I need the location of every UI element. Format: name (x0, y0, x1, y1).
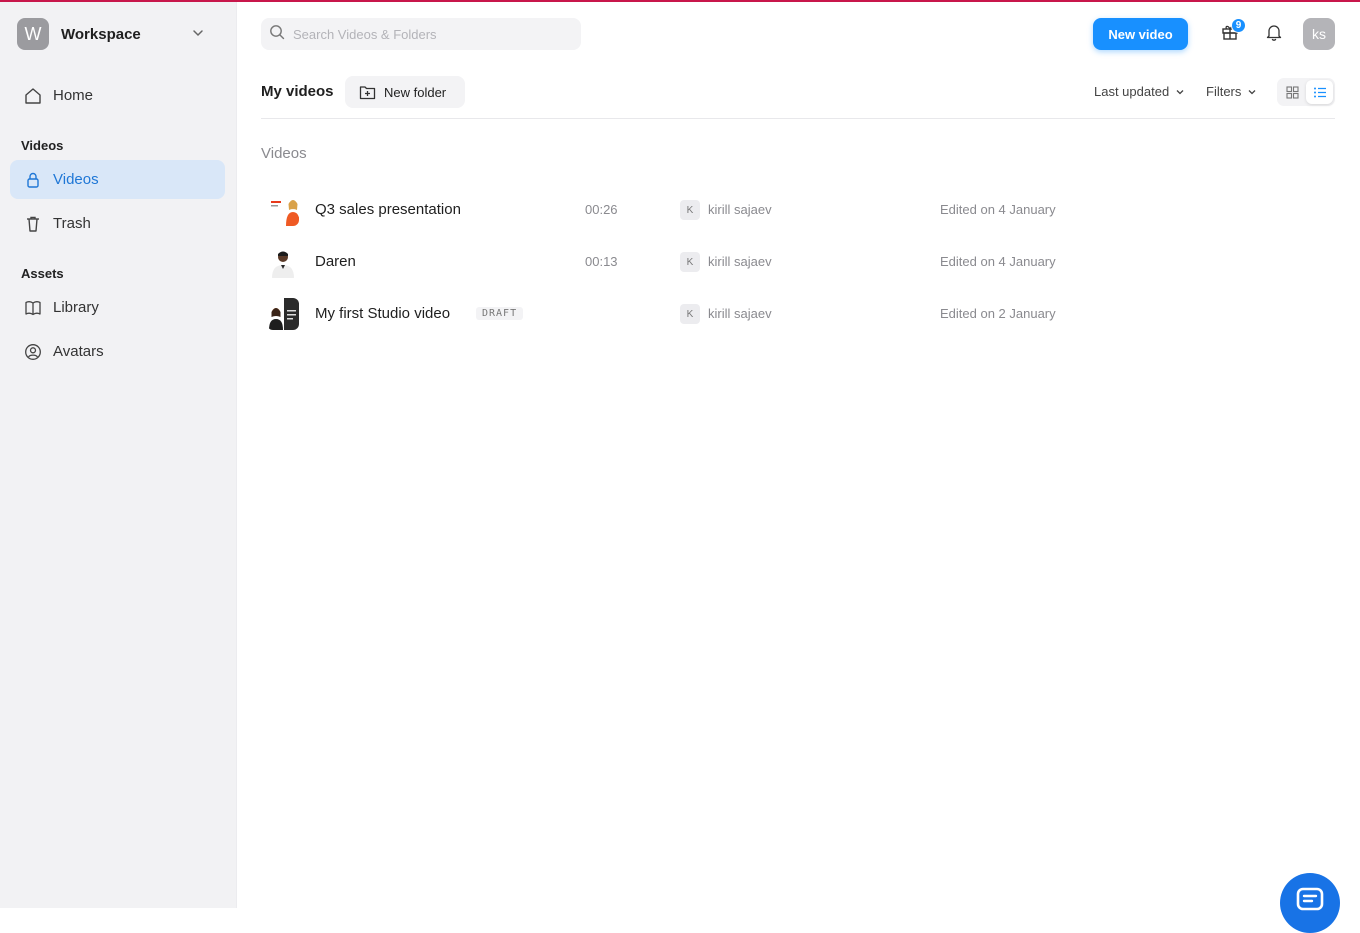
video-edited-date: Edited on 4 January (940, 202, 1056, 217)
page-title: My videos (261, 83, 334, 100)
video-edited-date: Edited on 4 January (940, 254, 1056, 269)
list-icon (1313, 87, 1326, 97)
folder-plus-icon (359, 85, 376, 100)
sidebar-section-assets: Assets (21, 266, 64, 281)
video-title[interactable]: Daren (315, 253, 356, 270)
video-row[interactable]: Daren 00:13 K kirill sajaev Edited on 4 … (261, 238, 1335, 286)
video-edited-date: Edited on 2 January (940, 306, 1056, 321)
home-icon (23, 86, 43, 106)
sort-dropdown[interactable]: Last updated (1094, 84, 1185, 99)
sidebar-item-home[interactable]: Home (10, 76, 225, 115)
notifications-button[interactable] (1262, 22, 1286, 46)
owner-avatar: K (680, 200, 700, 220)
sidebar-item-trash[interactable]: Trash (10, 204, 225, 243)
trash-icon (23, 214, 43, 234)
sidebar-item-videos[interactable]: Videos (10, 160, 225, 199)
sidebar-section-videos: Videos (21, 138, 64, 153)
list-view-button[interactable] (1306, 80, 1333, 104)
video-row[interactable]: Q3 sales presentation 00:26 K kirill saj… (261, 186, 1335, 234)
video-duration: 00:13 (585, 254, 618, 269)
lock-icon (23, 170, 43, 190)
filters-label: Filters (1206, 84, 1242, 99)
user-avatar[interactable]: ks (1303, 18, 1335, 50)
video-thumbnail (267, 246, 299, 278)
video-title[interactable]: Q3 sales presentation (315, 201, 461, 218)
sidebar-item-label: Trash (53, 215, 91, 232)
video-thumbnail (267, 298, 299, 330)
bell-icon (1265, 23, 1283, 46)
video-row[interactable]: My first Studio video DRAFT K kirill saj… (261, 290, 1335, 338)
sidebar-item-library[interactable]: Library (10, 288, 225, 327)
search-bar[interactable] (261, 18, 581, 50)
toolbar-divider (261, 118, 1335, 119)
search-input[interactable] (293, 26, 563, 42)
video-owner: kirill sajaev (708, 306, 772, 321)
sidebar-item-label: Library (53, 299, 99, 316)
videos-section-title: Videos (261, 145, 307, 162)
owner-avatar: K (680, 304, 700, 324)
chat-icon (1296, 887, 1324, 911)
search-icon (269, 24, 285, 45)
video-thumbnail (267, 194, 299, 226)
sidebar: W Workspace Home Videos Videos Trash Ass… (0, 2, 237, 908)
grid-icon (1286, 85, 1299, 99)
workspace-name: Workspace (61, 25, 141, 43)
draft-badge: DRAFT (476, 307, 524, 320)
workspace-logo: W (17, 18, 49, 50)
new-folder-button[interactable]: New folder (345, 76, 465, 108)
view-toggle (1277, 78, 1335, 106)
chat-launcher-button[interactable] (1280, 873, 1340, 933)
new-video-button[interactable]: New video (1093, 18, 1188, 50)
video-title[interactable]: My first Studio video (315, 305, 450, 322)
grid-view-button[interactable] (1279, 80, 1306, 104)
video-owner: kirill sajaev (708, 254, 772, 269)
sidebar-item-label: Videos (53, 171, 99, 188)
filters-dropdown[interactable]: Filters (1206, 84, 1257, 99)
gift-badge: 9 (1231, 18, 1246, 33)
chevron-down-icon (1176, 89, 1184, 94)
video-owner: kirill sajaev (708, 202, 772, 217)
chevron-down-icon (1248, 89, 1256, 94)
video-duration: 00:26 (585, 202, 618, 217)
sidebar-item-avatars[interactable]: Avatars (10, 332, 225, 371)
sort-label: Last updated (1094, 84, 1170, 99)
owner-avatar: K (680, 252, 700, 272)
chevron-down-icon (191, 26, 205, 45)
book-icon (23, 298, 43, 318)
new-folder-label: New folder (384, 84, 447, 100)
avatar-icon (23, 342, 43, 362)
sidebar-item-label: Home (53, 87, 94, 104)
sidebar-item-label: Avatars (53, 343, 104, 360)
workspace-switcher[interactable]: W Workspace (17, 18, 217, 50)
